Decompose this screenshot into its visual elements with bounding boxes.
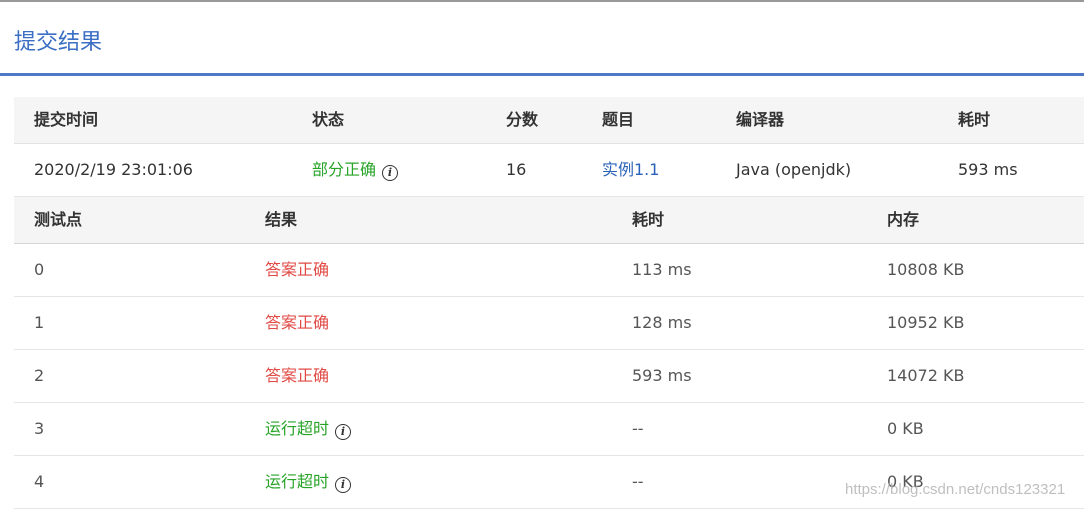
result-label[interactable]: 运行超时 [265,472,329,491]
test-case-memory: 14072 KB [887,366,965,385]
page-title: 提交结果 [14,30,103,55]
compiler: Java (openjdk) [736,160,852,179]
test-case-memory: 10808 KB [887,260,965,279]
watermark: https://blog.csdn.net/cnds123321 [845,481,1066,498]
header-compiler: 编译器 [736,110,785,129]
header-problem: 题目 [602,110,635,129]
status-label[interactable]: 部分正确 [312,160,376,179]
test-case-id: 0 [34,260,45,279]
header-status: 状态 [312,110,345,129]
test-case-result[interactable]: 运行超时 i [265,403,352,455]
summary-header-row: 提交时间 状态 分数 题目 编译器 耗时 [14,97,1084,144]
problem-link[interactable]: 实例1.1 [602,144,659,196]
test-case-result: 答案正确 [265,260,330,279]
test-case-result: 答案正确 [265,366,330,385]
test-case-elapsed: -- [632,419,644,438]
test-case-elapsed: -- [632,472,644,491]
test-case-memory: 0 KB [887,419,924,438]
info-circle-icon[interactable]: i [382,165,399,181]
header-test-case: 测试点 [34,210,83,229]
table-row: 3 运行超时 i -- 0 KB [14,403,1084,456]
submit-time: 2020/2/19 23:01:06 [34,160,193,179]
test-case-elapsed: 113 ms [632,260,692,279]
info-circle-icon[interactable]: i [335,424,352,440]
test-case-id: 3 [34,419,45,438]
test-case-result[interactable]: 运行超时 i [265,456,352,508]
result-label[interactable]: 运行超时 [265,419,329,438]
test-case-elapsed: 593 ms [632,366,692,385]
detail-header-row: 测试点 结果 耗时 内存 [14,197,1084,244]
score: 16 [506,160,527,179]
table-row: 2 答案正确 593 ms 14072 KB [14,350,1084,403]
test-case-id: 1 [34,313,45,332]
page-header: 提交结果 [0,2,1084,74]
header-score: 分数 [506,110,539,129]
header-divider [0,73,1084,76]
info-circle-icon[interactable]: i [335,477,352,493]
test-case-id: 4 [34,472,45,491]
table-row: 1 答案正确 128 ms 10952 KB [14,297,1084,350]
elapsed: 593 ms [958,160,1018,179]
test-case-elapsed: 128 ms [632,313,692,332]
header-elapsed: 耗时 [958,110,991,129]
header-memory: 内存 [887,210,920,229]
header-case-elapsed: 耗时 [632,210,665,229]
summary-row: 2020/2/19 23:01:06 部分正确 i 16 实例1.1 Java (… [14,144,1084,197]
header-result: 结果 [265,210,298,229]
test-case-result: 答案正确 [265,313,330,332]
table-row: 0 答案正确 113 ms 10808 KB [14,244,1084,297]
test-case-id: 2 [34,366,45,385]
test-case-memory: 10952 KB [887,313,965,332]
status-cell[interactable]: 部分正确 i [312,144,399,196]
header-submit-time: 提交时间 [34,110,99,129]
